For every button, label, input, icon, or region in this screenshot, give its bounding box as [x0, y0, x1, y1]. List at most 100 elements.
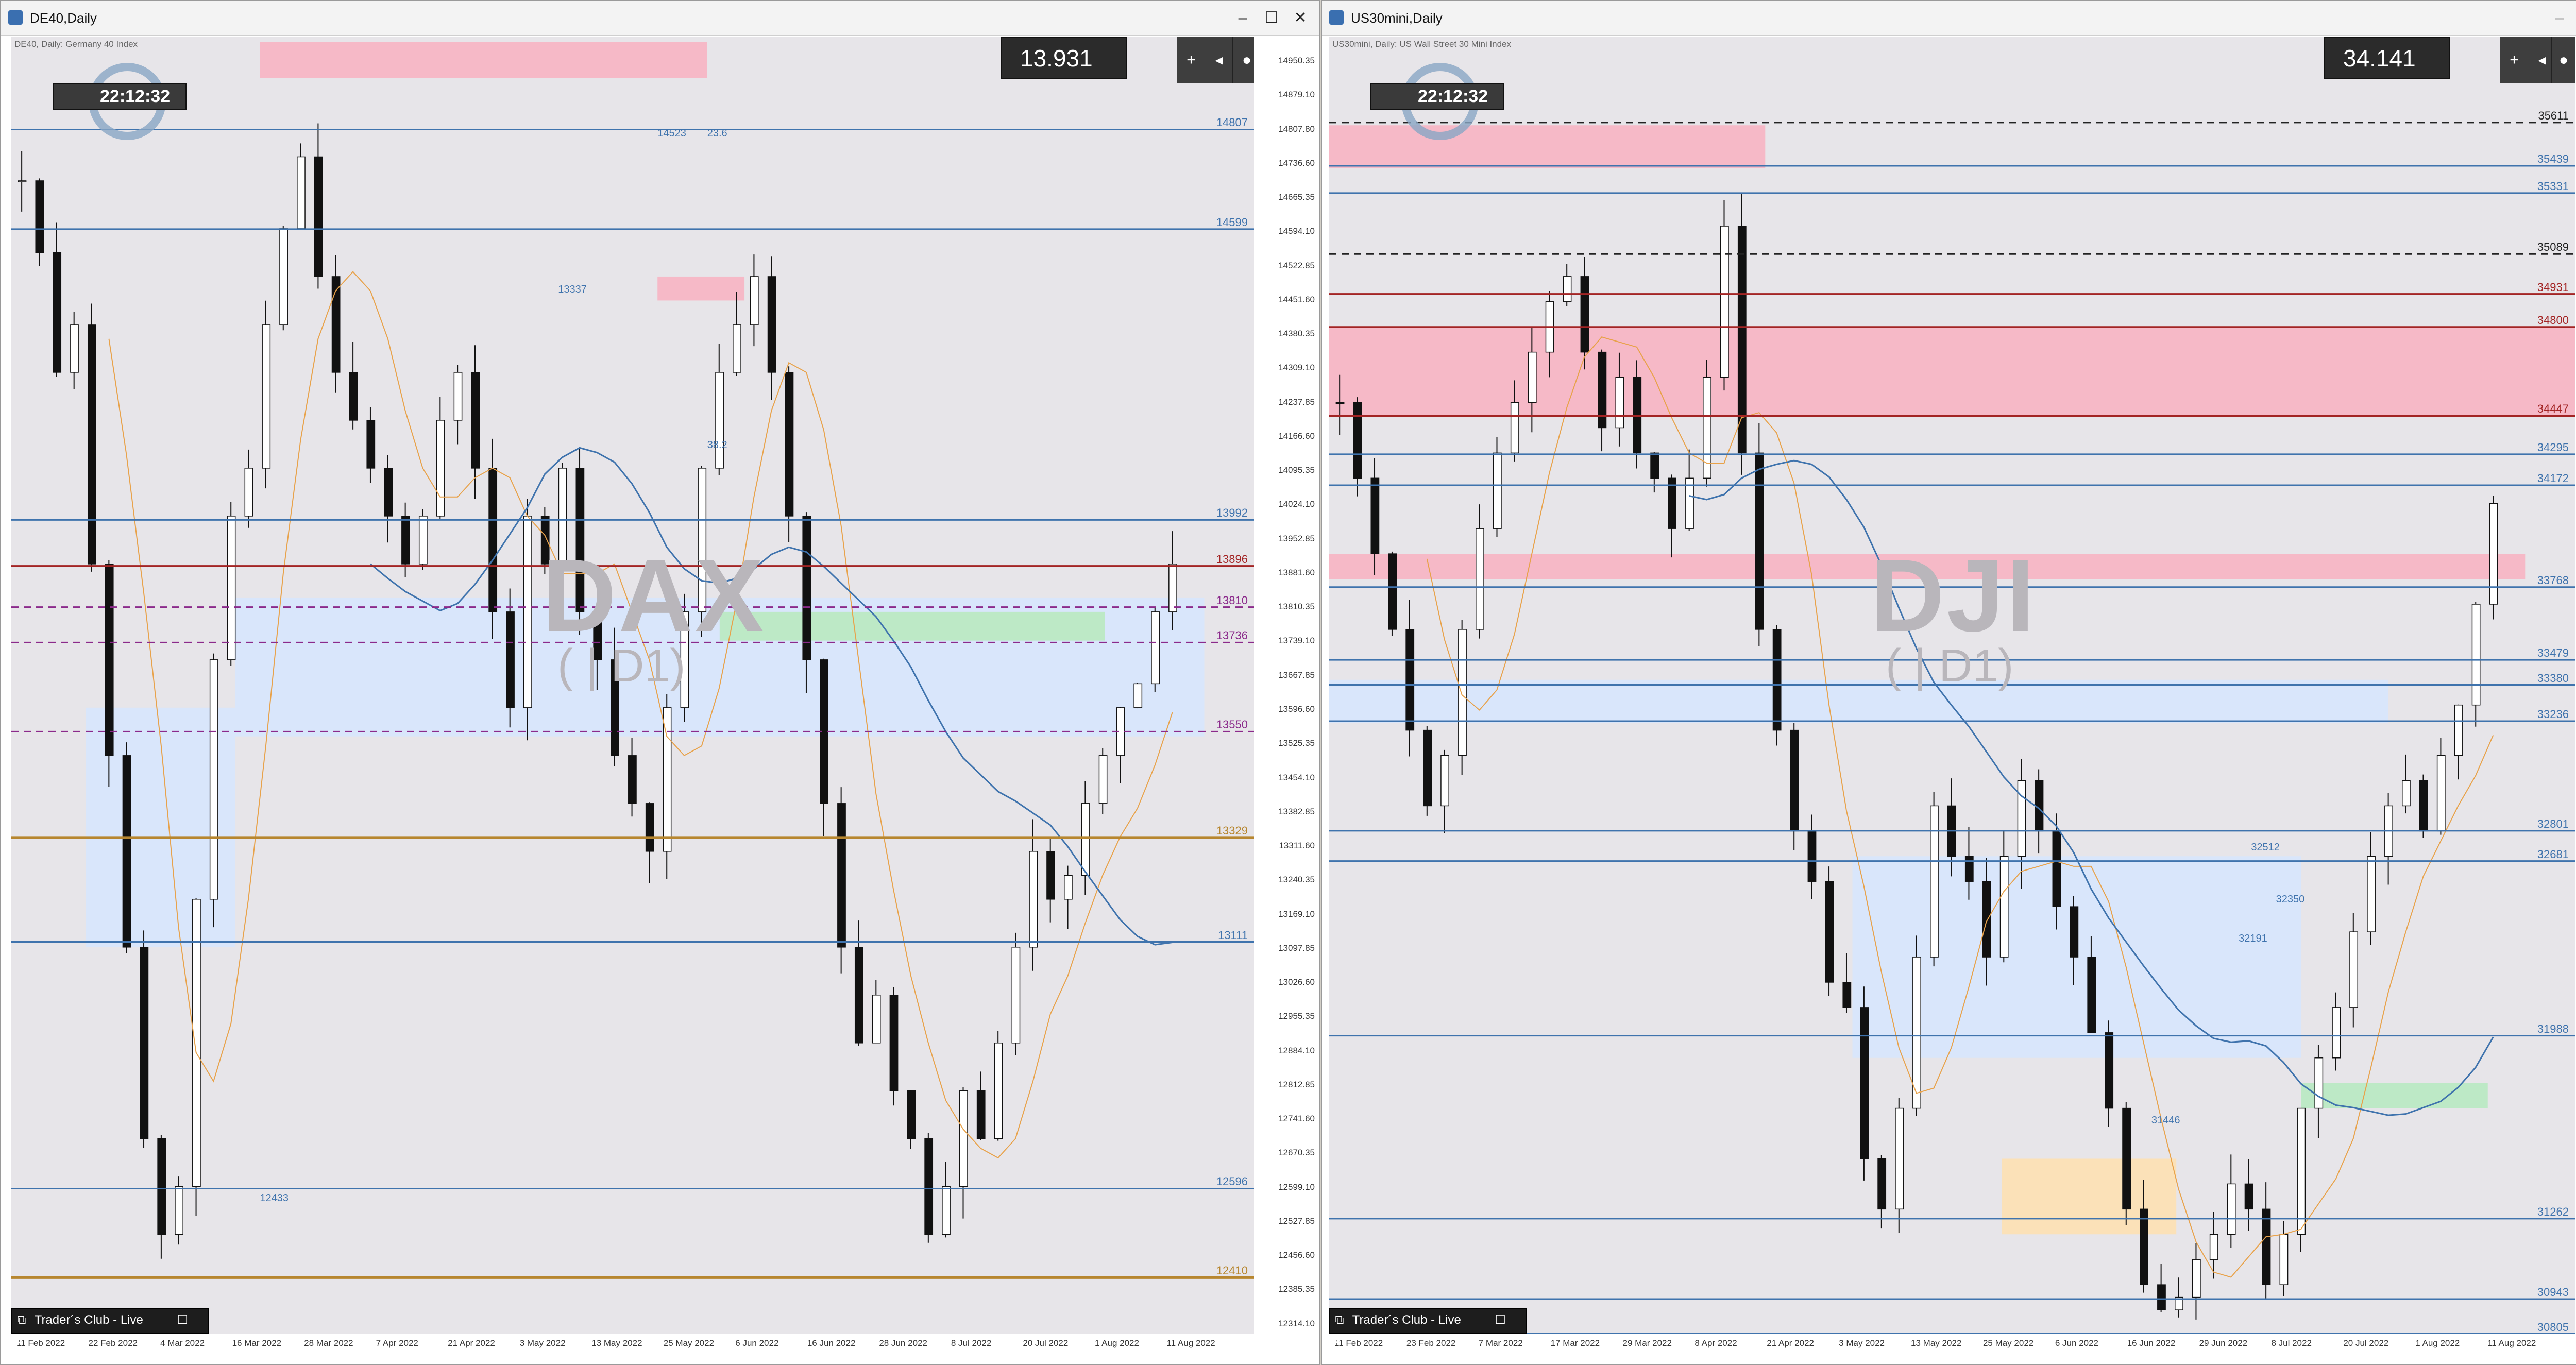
chart-window-dax[interactable]: DE40,Daily – ☐ ✕ DE40, Daily: Germany 40…	[0, 0, 1320, 1365]
collapse-arrow-button[interactable]: ◂	[1205, 37, 1233, 83]
maximize-button[interactable]: ☐	[1257, 5, 1286, 31]
crosshair-button[interactable]: +	[2500, 37, 2528, 83]
price-tick-label: 14024.10	[1278, 499, 1315, 509]
zone-green_zone	[719, 611, 1105, 641]
chart-symbol-description: DE40, Daily: Germany 40 Index	[14, 39, 138, 49]
candle-bull	[2332, 1007, 2341, 1059]
price-tick-label: 14807.80	[1278, 124, 1315, 134]
candle-bull	[2454, 704, 2463, 756]
date-tick-label: 6 Jun 2022	[735, 1338, 779, 1348]
inline-level-label: 32512	[2251, 842, 2280, 854]
date-tick-label: 8 Jul 2022	[951, 1338, 992, 1348]
candle-bull	[436, 420, 445, 517]
inline-level-label: 32191	[2239, 932, 2267, 944]
candle-bull	[70, 324, 79, 373]
crosshair-button[interactable]: +	[1177, 37, 1205, 83]
level-label: 14807	[1216, 116, 1248, 129]
candle-bull	[18, 180, 27, 182]
candle-bull	[1720, 226, 1729, 378]
date-tick-label: 13 May 2022	[1911, 1338, 1962, 1348]
chart-plot-area[interactable]: DE40, Daily: Germany 40 Index 22:12:32 D…	[11, 37, 1254, 1335]
candle-bull	[994, 1043, 1003, 1139]
candle-bull	[750, 276, 759, 325]
tab-icon: ⧉	[1335, 1313, 1344, 1327]
price-tick-label: 12314.10	[1278, 1318, 1315, 1328]
chart-tab-label[interactable]: Trader´s Club - Live	[1352, 1309, 1492, 1331]
candle-bull	[1510, 402, 1519, 454]
candle-bear	[366, 420, 376, 469]
level-label: 33768	[2537, 573, 2569, 587]
candle-bull	[1081, 803, 1090, 876]
candle-bear	[140, 947, 149, 1139]
level-label: 32801	[2537, 817, 2569, 830]
inline-level-label: 23.6	[707, 128, 727, 140]
level-label: 12596	[1216, 1175, 1248, 1188]
level-label: 33479	[2537, 646, 2569, 660]
inline-level-label: 38.2	[707, 439, 727, 451]
chart-tab-bar[interactable]: ⧉ Trader´s Club - Live ☐ ✕	[11, 1308, 209, 1349]
price-tick-label: 12670.35	[1278, 1148, 1315, 1158]
time-axis[interactable]: 11 Feb 2022 22 Feb 2022 4 Mar 2022 16 Mar 2…	[11, 1334, 1254, 1355]
level-label: 31988	[2537, 1022, 2569, 1035]
inline-level-label: 31446	[2151, 1114, 2180, 1126]
candle-bull	[1335, 402, 1345, 404]
price-tick-label: 12599.10	[1278, 1182, 1315, 1192]
candle-bear	[1423, 729, 1432, 807]
maximize-button[interactable]: ☐	[2574, 5, 2576, 31]
chart-plot-area[interactable]: US30mini, Daily: US Wall Street 30 Mini …	[1329, 37, 2575, 1335]
candle-bear	[2262, 1208, 2271, 1285]
chart-tab-bar[interactable]: ⧉ Trader´s Club - Live ☐ ✕	[1329, 1308, 1527, 1349]
zone-orange_zone	[2002, 1158, 2177, 1235]
close-button[interactable]: ✕	[1286, 5, 1315, 31]
candle-bear	[1755, 452, 1764, 630]
tab-restore-button[interactable]: ☐	[177, 1309, 192, 1331]
server-clock: 22:12:32	[53, 83, 187, 110]
candle-bear	[767, 276, 776, 373]
tab-close-button[interactable]: ✕	[1330, 1331, 1346, 1353]
minimize-button[interactable]: –	[2545, 5, 2574, 31]
candle-bear	[802, 516, 811, 660]
level-label: 34172	[2537, 472, 2569, 485]
candle-bull	[1563, 276, 1572, 302]
candle-bear	[87, 324, 96, 565]
date-tick-label: 21 Apr 2022	[1767, 1338, 1814, 1348]
minimize-button[interactable]: –	[1228, 5, 1257, 31]
price-tick-label: 14380.35	[1278, 329, 1315, 339]
moving-average-line	[1426, 336, 2494, 1278]
level-label: 14599	[1216, 215, 1248, 229]
candle-bull	[1493, 452, 1502, 529]
candle-bear	[488, 468, 498, 612]
price-axis[interactable]: 14950.35 14879.10 14807.80 14736.60 14665.35…	[1254, 37, 1319, 1335]
candle-bear	[2419, 780, 2428, 832]
zone-green_zone	[2301, 1083, 2488, 1108]
status-indicator-icon[interactable]: ●	[1232, 37, 1254, 83]
candle-bull	[297, 156, 306, 229]
window-titlebar[interactable]: DE40,Daily – ☐ ✕	[1, 1, 1319, 36]
candle-bull	[1615, 377, 1624, 429]
price-tick-label: 12385.35	[1278, 1284, 1315, 1294]
price-tick-label: 13952.85	[1278, 533, 1315, 543]
candle-bear	[1807, 830, 1817, 882]
candle-bull	[262, 324, 271, 469]
window-titlebar[interactable]: US30mini,Daily – ☐ ✕	[1322, 1, 2576, 36]
zone-pink_zone	[260, 42, 707, 78]
price-tick-label: 14237.85	[1278, 397, 1315, 407]
candle-bear	[1370, 477, 1380, 554]
chart-tab-label[interactable]: Trader´s Club - Live	[35, 1309, 174, 1331]
price-tick-label: 12741.60	[1278, 1114, 1315, 1124]
candle-bull	[2192, 1259, 2201, 1298]
candle-bear	[314, 156, 323, 277]
tab-restore-button[interactable]: ☐	[1495, 1309, 1510, 1331]
date-tick-label: 1 Aug 2022	[2415, 1338, 2460, 1348]
status-indicator-icon[interactable]: ●	[2551, 37, 2575, 83]
candle-bull	[175, 1186, 183, 1235]
level-label: 13550	[1216, 718, 1248, 731]
chart-window-dji[interactable]: US30mini,Daily – ☐ ✕ US30mini, Daily: US…	[1321, 0, 2576, 1365]
tab-close-button[interactable]: ✕	[12, 1331, 28, 1353]
candle-bull	[1011, 947, 1021, 1044]
level-label: 35439	[2537, 152, 2569, 166]
candle-bull	[1895, 1107, 1904, 1210]
candle-bull	[244, 468, 253, 517]
candle-bear	[628, 755, 637, 804]
time-axis[interactable]: 11 Feb 2022 23 Feb 2022 7 Mar 2022 17 Mar 2…	[1329, 1334, 2575, 1355]
